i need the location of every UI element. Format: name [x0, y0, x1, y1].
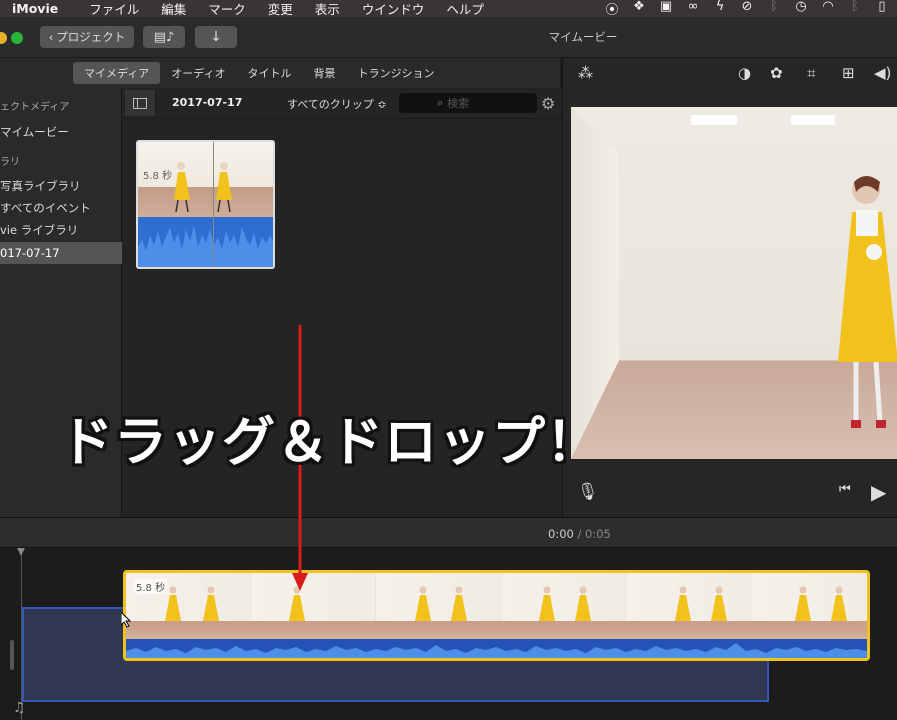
- ceiling-light: [691, 115, 737, 125]
- bluetooth-faint-icon[interactable]: ᛒ: [767, 0, 781, 18]
- video-preview: [571, 107, 897, 459]
- bolt-icon[interactable]: ϟ: [713, 0, 727, 18]
- filmstrip-floor: [126, 621, 867, 639]
- skimmer-line: [213, 142, 214, 267]
- clip-duration-label: 5.8 秒: [143, 171, 173, 182]
- timecode: 0:00 / 0:05: [548, 527, 611, 541]
- browser-header: 2017-07-17 すべてのクリップ ≎ ⌕ 検索 ⚙: [122, 88, 562, 119]
- minimize-button[interactable]: [0, 32, 7, 44]
- microphone-icon[interactable]: 🎙︎: [577, 482, 599, 502]
- viewer-panel: ⁂ ◑ ✿ ⌗ ⊞ ◀) 🎙︎ ⏮︎ ▶︎: [562, 58, 897, 517]
- total-time: 0:05: [585, 527, 611, 541]
- event-date-label: 2017-07-17: [172, 96, 243, 109]
- section-libraries: ラリ: [0, 157, 20, 168]
- dragged-clip[interactable]: 5.8 秒: [123, 570, 870, 661]
- film-music-icon: ▤♪: [153, 29, 175, 45]
- chevron-left-icon: ‹: [48, 30, 54, 44]
- imovie-window: iMovie ファイル 編集 マーク 変更 表示 ウインドウ ヘルプ ⦿ ❖ ▣…: [0, 0, 897, 720]
- annotation-caption: ドラッグ＆ドロップ！: [60, 412, 600, 473]
- menu-help[interactable]: ヘルプ: [435, 0, 495, 18]
- dropbox-icon[interactable]: ❖: [632, 0, 646, 18]
- window-toolbar: ‹ プロジェクト ▤♪ ↓ マイムービー: [0, 17, 897, 58]
- crop-icon[interactable]: ⌗: [807, 64, 815, 82]
- dancer-figure: [838, 176, 897, 428]
- menu-edit[interactable]: 編集: [150, 0, 197, 18]
- record-icon[interactable]: ⦿: [605, 0, 619, 18]
- timeline-scroll-handle[interactable]: [10, 640, 14, 670]
- menu-view[interactable]: 表示: [304, 0, 351, 18]
- menu-bar: iMovie ファイル 編集 マーク 変更 表示 ウインドウ ヘルプ ⦿ ❖ ▣…: [0, 0, 897, 18]
- magic-wand-icon[interactable]: ⁂: [578, 64, 593, 82]
- tab-backgrounds[interactable]: 背景: [302, 62, 346, 84]
- clip-filter-select[interactable]: すべてのクリップ ≎: [287, 96, 387, 112]
- status-icons: ⦿ ❖ ▣ ∞ ϟ ⊘ ᛒ ◷ ◠ ᛒ ▯: [605, 0, 897, 18]
- browser-clip[interactable]: 5.8 秒: [136, 140, 275, 269]
- search-input[interactable]: ⌕ 検索: [399, 93, 537, 113]
- sidebar-item-all-events[interactable]: すべてのイベント: [0, 197, 122, 219]
- battery-icon[interactable]: ▯: [875, 0, 889, 18]
- media-browser-button[interactable]: ▤♪: [143, 26, 185, 48]
- clip-duration-badge: 5.8 秒: [134, 579, 168, 594]
- color-balance-icon[interactable]: ◑: [738, 64, 751, 82]
- sidebar-icon: [133, 97, 147, 109]
- clip-filmstrip: [126, 573, 867, 639]
- menu-modify[interactable]: 変更: [257, 0, 304, 18]
- color-palette-icon[interactable]: ✿: [770, 64, 783, 82]
- tab-transitions[interactable]: トランジション: [346, 62, 445, 84]
- menu-window[interactable]: ウインドウ: [351, 0, 436, 18]
- menu-file[interactable]: ファイル: [78, 0, 150, 18]
- sidebar-toggle-button[interactable]: [125, 90, 156, 116]
- app-menu[interactable]: iMovie: [0, 1, 78, 16]
- play-icon[interactable]: ▶︎: [871, 480, 886, 504]
- search-placeholder: 検索: [447, 97, 470, 110]
- sidebar-item-project[interactable]: マイムービー: [0, 121, 122, 143]
- timeline[interactable]: 5.8 秒 ♫: [0, 548, 897, 720]
- sidebar-item-event-date[interactable]: 017-07-17: [0, 242, 122, 264]
- music-note-icon: ♫: [13, 700, 26, 716]
- bluetooth-icon[interactable]: ᛒ: [848, 0, 862, 18]
- library-tabs: マイメディア オーディオ タイトル 背景 トランジション: [0, 58, 560, 88]
- sidebar-item-photos-library[interactable]: 写真ライブラリ: [0, 175, 122, 197]
- box-icon[interactable]: ▣: [659, 0, 673, 18]
- wifi-icon[interactable]: ◠: [821, 0, 835, 18]
- stabilize-camera-icon[interactable]: ⊞: [842, 64, 855, 82]
- skip-back-icon[interactable]: ⏮︎: [839, 482, 851, 497]
- volume-icon[interactable]: ◀): [874, 64, 891, 82]
- tab-audio[interactable]: オーディオ: [160, 62, 236, 84]
- search-icon: ⌕: [437, 96, 444, 109]
- timeline-header: 0:00 / 0:05: [0, 517, 897, 548]
- timeline-audio-waveform: [126, 639, 867, 658]
- import-button[interactable]: ↓: [195, 26, 237, 48]
- mouse-cursor-icon: [121, 612, 131, 628]
- current-time: 0:00: [548, 527, 574, 541]
- sidebar-item-imovie-library[interactable]: vie ライブラリ: [0, 219, 122, 241]
- gear-icon[interactable]: ⚙: [541, 94, 555, 113]
- viewer-toolbar: ⁂ ◑ ✿ ⌗ ⊞ ◀): [563, 58, 897, 90]
- no-sign-icon[interactable]: ⊘: [740, 0, 754, 18]
- projects-button[interactable]: ‹ プロジェクト: [40, 26, 134, 48]
- section-project-media: ェクトメディア: [0, 102, 70, 113]
- clock-icon[interactable]: ◷: [794, 0, 808, 18]
- playback-controls: 🎙︎ ⏮︎ ▶︎: [563, 476, 897, 508]
- window-title: マイムービー: [548, 30, 618, 44]
- menu-mark[interactable]: マーク: [197, 0, 257, 18]
- time-separator: /: [577, 527, 582, 541]
- ceiling-light: [791, 115, 835, 125]
- download-arrow-icon: ↓: [210, 29, 222, 45]
- glasses-icon[interactable]: ∞: [686, 0, 700, 18]
- tab-my-media[interactable]: マイメディア: [73, 62, 161, 84]
- zoom-button[interactable]: [11, 32, 23, 44]
- tab-titles[interactable]: タイトル: [236, 62, 302, 84]
- clip-audio-waveform: [138, 217, 273, 267]
- projects-label: プロジェクト: [56, 30, 126, 44]
